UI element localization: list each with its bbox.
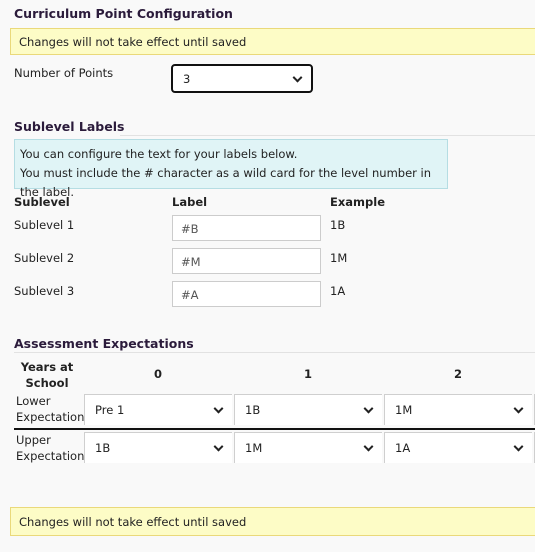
sublevel-example: 1A — [330, 284, 346, 298]
year-header: 2 — [453, 367, 462, 381]
select-value: 1B — [95, 441, 111, 455]
lower-expectation-label: Lower Expectation — [16, 394, 85, 424]
select-value: Pre 1 — [95, 403, 125, 417]
sublevel-name: Sublevel 1 — [14, 218, 75, 232]
unsaved-warning: Changes will not take effect until saved — [10, 28, 535, 55]
lower-expectation-select-2[interactable]: 1M — [384, 394, 532, 425]
lower-expectation-select-0[interactable]: Pre 1 — [84, 394, 232, 425]
sublevel-3-label-input[interactable]: #A — [172, 281, 321, 307]
sublevel-labels-heading: Sublevel Labels — [14, 119, 125, 134]
chevron-down-icon — [513, 441, 524, 452]
years-at-school-header: Years at School — [20, 360, 74, 390]
divider — [120, 135, 535, 136]
col-header-label: Label — [172, 195, 208, 209]
assessment-heading: Assessment Expectations — [14, 336, 194, 351]
chevron-down-icon — [292, 72, 303, 83]
chevron-down-icon — [363, 441, 374, 452]
chevron-down-icon — [513, 403, 524, 414]
year-header: 0 — [153, 367, 162, 381]
select-value: 1B — [245, 403, 261, 417]
chevron-down-icon — [213, 403, 224, 414]
number-of-points-label: Number of Points — [14, 66, 114, 80]
upper-expectation-select-1[interactable]: 1M — [234, 432, 382, 463]
year-header: 1 — [303, 367, 312, 381]
upper-expectation-select-0[interactable]: 1B — [84, 432, 232, 463]
sublevel-1-label-input[interactable]: #B — [172, 215, 321, 241]
select-value: 1A — [395, 441, 411, 455]
chevron-down-icon — [363, 403, 374, 414]
upper-expectation-select-2[interactable]: 1A — [384, 432, 532, 463]
upper-expectation-label: Upper Expectation — [16, 433, 85, 463]
sublevel-example: 1B — [330, 218, 346, 232]
row-divider — [14, 428, 535, 430]
unsaved-warning-bottom: Changes will not take effect until saved — [10, 507, 535, 536]
number-of-points-select[interactable]: 3 — [171, 64, 313, 93]
divider — [14, 352, 535, 353]
lower-expectation-select-1[interactable]: 1B — [234, 394, 382, 425]
number-of-points-value: 3 — [183, 71, 191, 86]
sublevel-name: Sublevel 2 — [14, 251, 75, 265]
sublevel-info-box: You can configure the text for your labe… — [14, 139, 448, 199]
page-title: Curriculum Point Configuration — [14, 6, 233, 21]
sublevel-example: 1M — [330, 251, 348, 265]
sublevel-2-label-input[interactable]: #M — [172, 248, 321, 274]
info-line: You can configure the text for your labe… — [20, 147, 298, 161]
select-value: 1M — [395, 403, 413, 417]
col-header-example: Example — [330, 195, 385, 209]
sublevel-name: Sublevel 3 — [14, 284, 75, 298]
select-value: 1M — [245, 441, 263, 455]
col-header-sublevel: Sublevel — [14, 195, 70, 209]
chevron-down-icon — [213, 441, 224, 452]
